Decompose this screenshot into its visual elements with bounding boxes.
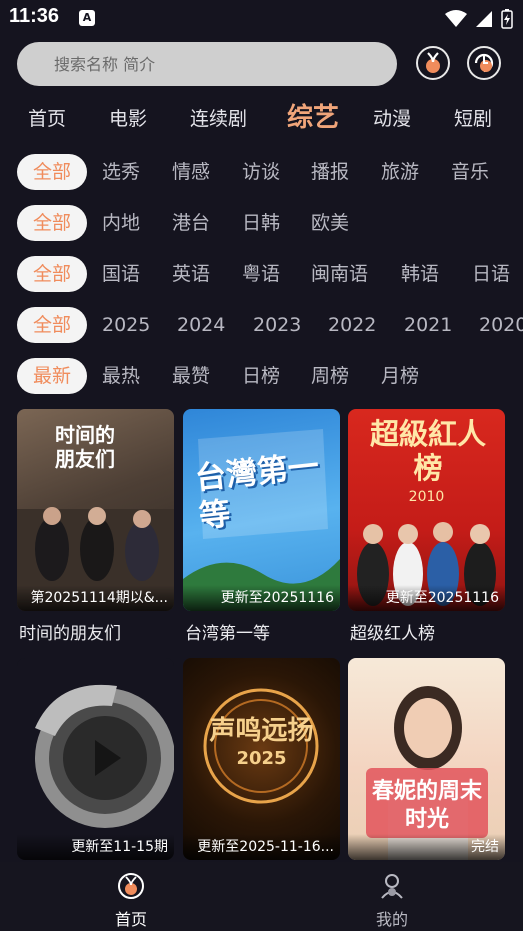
wifi-icon [444, 9, 467, 27]
nav-mine[interactable]: 我的 [352, 872, 432, 930]
tab-movies[interactable]: 电影 [109, 104, 147, 131]
poster-title-text: 时间的朋友们 [55, 423, 115, 471]
filter-row-genre: 全部 选秀 情感 访谈 播报 旅游 音乐 [0, 154, 523, 194]
filter-chip[interactable]: 2020 [479, 307, 523, 343]
film-reel-placeholder-icon [35, 684, 174, 828]
filter-chip[interactable]: 闽南语 [311, 256, 368, 292]
filter-row-year: 全部 2025 2024 2023 2022 2021 2020 [0, 307, 523, 347]
search-bar[interactable] [17, 42, 397, 86]
poster-year-text: 2010 [408, 489, 445, 505]
filter-chip[interactable]: 2025 [102, 307, 150, 343]
nav-home-label: 首页 [114, 910, 147, 929]
filter-chip[interactable]: 欧美 [311, 205, 349, 241]
episode-caption: 更新至20251116 [183, 585, 340, 611]
notification-icon: A [79, 10, 95, 26]
filter-chip[interactable]: 日榜 [242, 358, 280, 394]
poster-year-text: 2025 [236, 748, 287, 769]
filter-chip[interactable]: 访谈 [242, 154, 280, 190]
filter-chip[interactable]: 国语 [102, 256, 140, 292]
status-bar: 11:36 A [0, 0, 523, 36]
profile-icon [381, 874, 403, 899]
filter-row-sort: 最新 最热 最赞 日榜 周榜 月榜 [0, 358, 523, 398]
filter-chip[interactable]: 月榜 [381, 358, 419, 394]
episode-caption: 第20251114期以&... [17, 585, 174, 611]
poster-title-text: 台灣第一等 [193, 448, 321, 535]
tab-home[interactable]: 首页 [28, 104, 66, 131]
status-time: 11:36 [9, 5, 60, 27]
episode-caption: 更新至2025-11-16... [183, 834, 340, 860]
card-title: 超级红人榜 [350, 624, 435, 644]
poster-image[interactable]: 时间的朋友们 第20251114期以&... [17, 409, 174, 611]
filter-chip[interactable]: 周榜 [311, 358, 349, 394]
filter-chip-year-all[interactable]: 全部 [17, 307, 87, 343]
episode-caption: 完结 [348, 834, 505, 860]
filter-chip[interactable]: 日韩 [242, 205, 280, 241]
filter-chip[interactable]: 播报 [311, 154, 349, 190]
filter-chip[interactable]: 旅游 [381, 154, 419, 190]
filter-chip[interactable]: 韩语 [401, 256, 439, 292]
poster-image[interactable]: 超級紅人榜 2010 更新至20251116 [348, 409, 505, 611]
bottom-navigation: 首页 我的 [0, 862, 523, 931]
poster-image[interactable]: 声鸣远扬 2025 更新至2025-11-16... [183, 658, 340, 860]
filter-row-language: 全部 国语 英语 粤语 闽南语 韩语 日语 [0, 256, 523, 296]
status-icons [441, 8, 513, 29]
filter-chip[interactable]: 最赞 [172, 358, 210, 394]
poster-image[interactable]: 台灣第一等 更新至20251116 [183, 409, 340, 611]
poster-title-text: 声鸣远扬 [209, 716, 314, 746]
poster-title-text: 超級紅人榜 [369, 417, 486, 485]
filter-chip[interactable]: 情感 [172, 154, 210, 190]
filter-chip[interactable]: 港台 [172, 205, 210, 241]
filter-chip[interactable]: 2023 [253, 307, 301, 343]
filter-chip-sort-newest[interactable]: 最新 [17, 358, 87, 394]
poster-image[interactable]: 春妮的周末时光 完结 [348, 658, 505, 860]
filter-chip[interactable]: 选秀 [102, 154, 140, 190]
battery-icon [501, 8, 513, 29]
tab-anime[interactable]: 动漫 [373, 104, 411, 131]
episode-caption: 更新至11-15期 [17, 834, 174, 860]
filter-chip-region-all[interactable]: 全部 [17, 205, 87, 241]
search-input[interactable] [17, 42, 397, 86]
filter-chip[interactable]: 最热 [102, 358, 140, 394]
filter-chip[interactable]: 音乐 [451, 154, 489, 190]
card-title: 台湾第一等 [185, 624, 270, 644]
category-tabs: 首页 电影 连续剧 综艺 动漫 短剧 [0, 96, 523, 136]
filter-chip[interactable]: 内地 [102, 205, 140, 241]
history-icon[interactable] [416, 46, 450, 80]
filter-chip[interactable]: 英语 [172, 256, 210, 292]
filter-chip[interactable]: 2022 [328, 307, 376, 343]
tab-shorts[interactable]: 短剧 [454, 104, 492, 131]
poster-title-text: 春妮的周末时光 [371, 779, 482, 832]
episode-caption: 更新至20251116 [348, 585, 505, 611]
poster-image[interactable]: 更新至11-15期 [17, 658, 174, 860]
filter-chip[interactable]: 2021 [404, 307, 452, 343]
cloud-sync-icon[interactable] [467, 46, 501, 80]
tab-variety[interactable]: 综艺 [287, 97, 339, 134]
home-icon [118, 873, 144, 899]
filter-chip[interactable]: 2024 [177, 307, 225, 343]
filter-chip[interactable]: 粤语 [242, 256, 280, 292]
nav-mine-label: 我的 [375, 910, 408, 929]
filter-chip-language-all[interactable]: 全部 [17, 256, 87, 292]
nav-home[interactable]: 首页 [91, 872, 171, 930]
filter-chip-genre-all[interactable]: 全部 [17, 154, 87, 190]
filter-row-region: 全部 内地 港台 日韩 欧美 [0, 205, 523, 245]
card-title: 时间的朋友们 [19, 624, 121, 644]
signal-icon [475, 10, 492, 27]
tab-series[interactable]: 连续剧 [190, 104, 247, 131]
filter-chip[interactable]: 日语 [472, 256, 510, 292]
